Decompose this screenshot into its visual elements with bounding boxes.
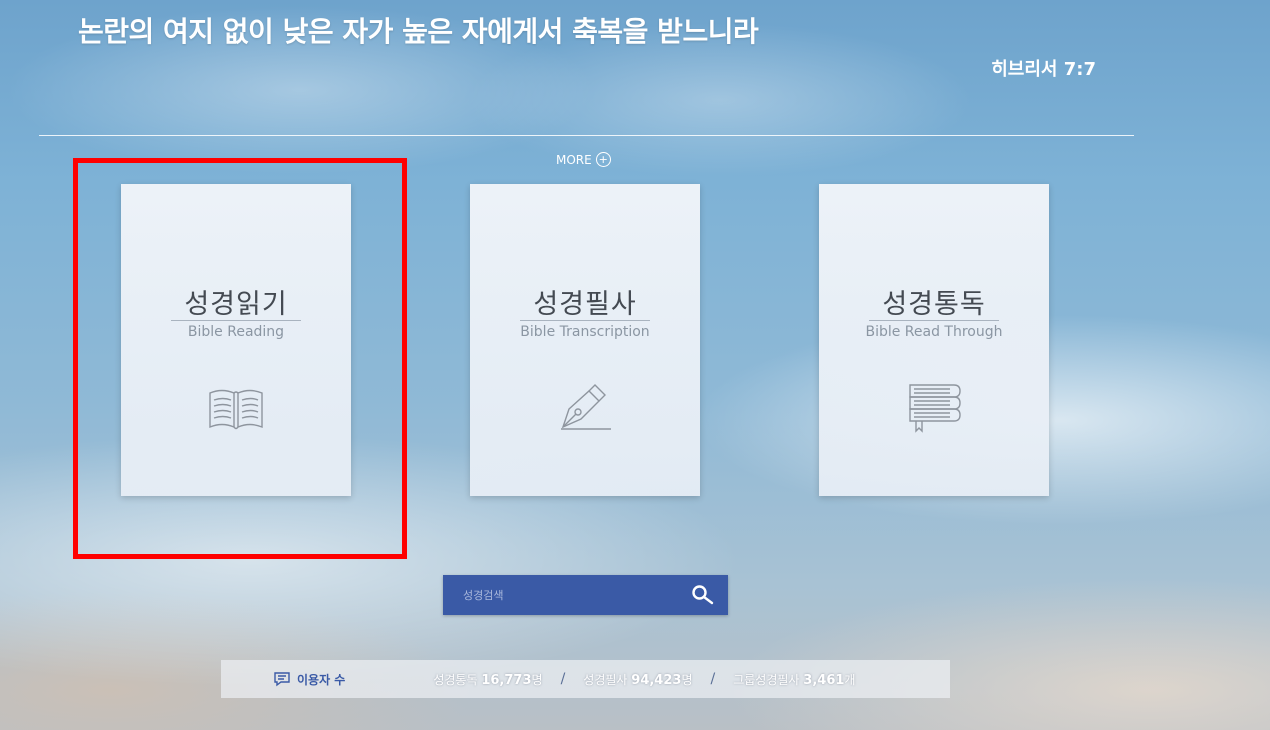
search-button[interactable] [678,575,728,615]
search-box [443,574,728,616]
stat-unit: 개 [844,672,856,687]
stat-name: 그룹성경필사 [733,672,800,687]
header-divider [39,135,1134,136]
more-label: MORE [556,152,592,167]
stat-read-through: 성경통독 16,773명 [433,671,542,688]
card-subtitle: Bible Reading [187,324,285,340]
card-subtitle: Bible Transcription [520,324,650,340]
verse-reference: 히브리서 7:7 [991,59,1096,80]
stat-unit: 명 [531,672,543,687]
stat-transcription: 성경필사 94,423명 [583,671,692,688]
open-book-icon [209,389,263,430]
stat-separator: / [560,671,566,687]
stat-value: 94,423 [631,672,682,688]
stat-group-transcription: 그룹성경필사 3,461개 [733,671,855,688]
stat-separator: / [710,671,716,687]
users-label-text: 이용자 수 [297,672,346,687]
verse-text: 논란의 여지 없이 낮은 자가 높은 자에게서 축복을 받느니라 [78,15,759,48]
more-link[interactable]: MORE + [556,152,611,167]
plus-circle-icon: + [595,152,611,167]
fountain-pen-icon [561,384,611,430]
card-title: 성경통독 [882,289,986,320]
card-bible-read-through[interactable]: 성경통독 Bible Read Through [819,184,1049,496]
stat-name: 성경필사 [583,672,628,687]
card-title: 성경읽기 [184,289,288,320]
card-divider [520,320,650,321]
card-divider [869,320,999,321]
stat-value: 3,461 [803,672,845,688]
book-stack-icon [909,384,961,433]
stat-value: 16,773 [481,672,532,688]
card-subtitle: Bible Read Through [865,324,1003,340]
stat-unit: 명 [681,672,693,687]
search-icon [692,585,714,605]
card-title: 성경필사 [533,289,637,320]
users-label: 이용자 수 [273,671,345,688]
card-divider [171,320,301,321]
card-bible-reading[interactable]: 성경읽기 Bible Reading [121,184,351,496]
speech-bubble-icon [274,672,290,687]
usage-stats-bar: 이용자 수 성경통독 16,773명 / 성경필사 94,423명 / 그룹성경… [221,660,950,698]
search-input[interactable] [443,574,678,616]
card-bible-transcription[interactable]: 성경필사 Bible Transcription [470,184,700,496]
stat-name: 성경통독 [433,672,478,687]
